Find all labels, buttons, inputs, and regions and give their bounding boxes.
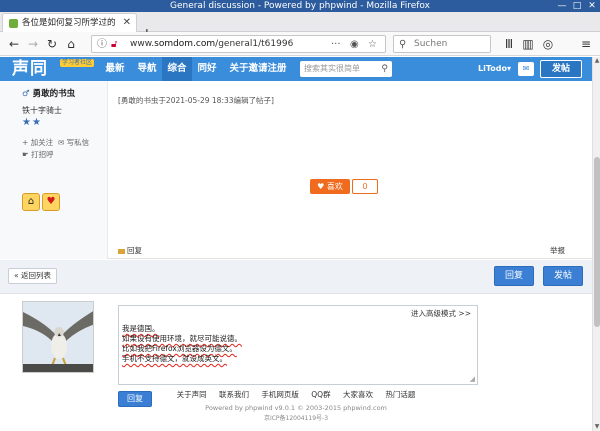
logo-tagline: 学习者社区 [60, 59, 95, 67]
site-info-icon[interactable]: ⓘ [97, 38, 107, 51]
footer-links: 关于声同 联系我们 手机网页版 QQ群 大家喜欢 热门话题 [0, 389, 592, 400]
reply-editor[interactable]: 进入高级模式 >> 我是德国。 如果设有使用环境，就尽可能说德。 比如我把Fir… [118, 305, 478, 385]
browser-tab[interactable]: 各位是如何复习所学过的 ✕ [2, 13, 137, 32]
nav-item-invite-register[interactable]: 关于邀请注册 [228, 57, 288, 81]
back-button[interactable]: ← [6, 36, 22, 52]
tab-bar: 各位是如何复习所学过的 ✕ + [0, 12, 600, 42]
pocket-icon[interactable]: ◉ [350, 38, 359, 51]
reply-text[interactable]: 我是德国。 如果设有使用环境，就尽可能说德。 比如我把Firefox浏览器设为德… [122, 324, 242, 364]
sidebar-icon[interactable]: ▥ [520, 36, 536, 52]
footer-copyright: Powered by phpwind v9.0.1 © 2003-2015 ph… [205, 404, 387, 412]
user-caret-icon: ▾ [506, 64, 511, 73]
male-icon: ♂ [22, 89, 30, 99]
footer-link-about[interactable]: 关于声同 [177, 389, 207, 400]
browser-search-field[interactable]: ⚲ Suchen [393, 35, 491, 53]
library-icon[interactable]: Ⅲ [501, 36, 517, 52]
site-search-placeholder: 搜索其实很简单 [304, 64, 360, 73]
footer-link-contact[interactable]: 联系我们 [219, 389, 249, 400]
reply-line: 比如我把Firefox浏览器设为德文。 [122, 344, 237, 353]
insecure-lock-icon[interactable]: 🔓︎ [111, 38, 117, 51]
like-count: 0 [352, 179, 378, 194]
author-rank: 铁十字骑士 [22, 106, 62, 115]
footer-icp: 京ICP备12004119号-3 [263, 415, 329, 422]
site-logo[interactable]: 声同 [12, 59, 48, 79]
user-menu[interactable]: LiTodo▾ [478, 57, 511, 81]
page-scrollbar[interactable]: ▲ ▼ [592, 57, 600, 431]
nav-item-latest[interactable]: 最新 [98, 57, 132, 81]
home-button[interactable]: ⌂ [63, 36, 79, 52]
edit-note: [勇敢的书虫于2021-05-29 18:33编辑了帖子] [118, 96, 274, 105]
report-link[interactable]: 举报 [550, 245, 565, 256]
site-footer: 关于声同 联系我们 手机网页版 QQ群 大家喜欢 热门话题 Powered by… [0, 389, 592, 431]
advanced-mode-link[interactable]: 进入高级模式 >> [411, 308, 471, 319]
scroll-down-icon[interactable]: ▼ [593, 423, 600, 431]
author-name[interactable]: ♂ 勇敢的书虫 [22, 87, 75, 99]
url-text: www.somdom.com/general1/t61996 [130, 39, 294, 49]
maximize-button[interactable]: □ [570, 0, 584, 12]
header-post-button[interactable]: 发帖 [540, 60, 582, 78]
minimize-button[interactable]: — [555, 0, 569, 12]
mail-icon[interactable]: ✉ [518, 62, 534, 76]
reply-line: 我是德国。 [122, 324, 160, 333]
url-bar[interactable]: ⓘ 🔓︎ www.somdom.com/general1/t61996 ··· … [91, 35, 386, 53]
resize-grip-icon[interactable]: ◢ [470, 375, 475, 383]
window-title: General discussion - Powered by phpwind … [169, 1, 430, 11]
heart-icon: ♥ [317, 182, 325, 191]
author-sidebar: ♂ 勇敢的书虫 铁十字骑士 ★★ + 加关注 ✉ 写私信 ☛ 打招呼 ⌂ ♥ [0, 81, 108, 259]
post-block: ♂ 勇敢的书虫 铁十字骑士 ★★ + 加关注 ✉ 写私信 ☛ 打招呼 ⌂ ♥ [… [0, 81, 592, 259]
window-titlebar: General discussion - Powered by phpwind … [0, 0, 600, 12]
medal-home-icon[interactable]: ⌂ [22, 193, 40, 211]
follow-link[interactable]: + 加关注 [22, 137, 53, 148]
user-avatar[interactable] [22, 301, 94, 373]
scrollbar-thumb[interactable] [594, 157, 600, 327]
reply-button[interactable]: 回复 [494, 266, 534, 286]
scroll-up-icon[interactable]: ▲ [593, 57, 600, 65]
quick-reply: 进入高级模式 >> 我是德国。 如果设有使用环境，就尽可能说德。 比如我把Fir… [0, 295, 592, 407]
post-button[interactable]: 发帖 [543, 266, 583, 286]
hamburger-menu-icon[interactable]: ≡ [578, 36, 594, 52]
like-button[interactable]: ♥ 喜欢 [310, 179, 350, 194]
message-link[interactable]: ✉ 写私信 [58, 137, 89, 148]
nav-item-guide[interactable]: 导航 [132, 57, 162, 81]
reply-line: 手机不支持德文，就设成英文。 [122, 354, 227, 363]
folder-icon [118, 248, 125, 254]
window-close-button[interactable]: ✕ [585, 0, 599, 12]
reload-button[interactable]: ↻ [44, 36, 60, 52]
site-search-input[interactable]: 搜索其实很简单 ⚲ [300, 61, 392, 77]
search-placeholder: Suchen [414, 39, 448, 49]
site-header: 声同 学习者社区 最新 导航 综合 同好 关于邀请注册 搜索其实很简单 ⚲ Li… [0, 57, 592, 81]
post-reply-link[interactable]: 回复 [118, 245, 142, 256]
rank-stars: ★★ [22, 117, 42, 128]
footer-link-hot-topics[interactable]: 热门话题 [385, 389, 415, 400]
navigation-bar: ← → ↻ ⌂ ⓘ 🔓︎ www.somdom.com/general1/t61… [0, 32, 600, 56]
nav-item-hobbies[interactable]: 同好 [192, 57, 222, 81]
falcon-avatar-image [23, 302, 93, 372]
reply-line: 如果设有使用环境，就尽可能说德。 [122, 334, 242, 343]
thread-actions: « 返回列表 回复 发帖 [0, 260, 592, 294]
page-actions-icon[interactable]: ··· [331, 38, 341, 51]
site-search-icon[interactable]: ⚲ [381, 63, 388, 75]
footer-link-popular[interactable]: 大家喜欢 [343, 389, 373, 400]
tab-close-icon[interactable]: ✕ [123, 17, 131, 29]
bookmark-star-icon[interactable]: ☆ [368, 38, 377, 51]
username: LiTodo [478, 64, 507, 73]
medal-heart-icon[interactable]: ♥ [42, 193, 60, 211]
page-viewport: 声同 学习者社区 最新 导航 综合 同好 关于邀请注册 搜索其实很简单 ⚲ Li… [0, 57, 592, 431]
nav-item-general[interactable]: 综合 [162, 57, 192, 81]
site-favicon-icon [9, 19, 18, 28]
greet-link[interactable]: ☛ 打招呼 [22, 149, 54, 160]
back-to-list-button[interactable]: « 返回列表 [8, 268, 57, 284]
forward-button[interactable]: → [25, 36, 41, 52]
footer-link-mobile[interactable]: 手机网页版 [261, 389, 299, 400]
tab-title: 各位是如何复习所学过的 [22, 18, 116, 28]
search-icon: ⚲ [399, 39, 407, 50]
footer-link-qq[interactable]: QQ群 [311, 389, 330, 400]
account-icon[interactable]: ◎ [540, 36, 556, 52]
